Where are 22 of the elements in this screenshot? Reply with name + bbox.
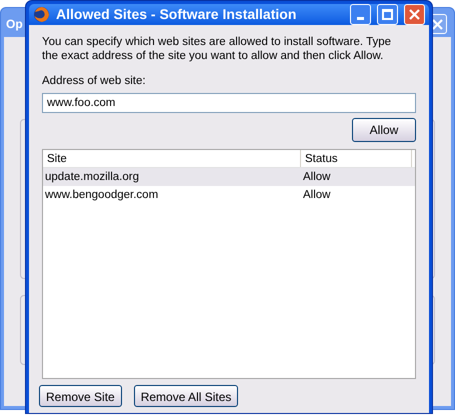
minimize-icon	[357, 17, 364, 20]
status-cell-text: Allow	[302, 170, 332, 185]
maximize-icon	[382, 9, 393, 20]
remove-button[interactable]: Remove Site	[39, 385, 122, 408]
site-cell-text: update.mozilla.org	[44, 170, 140, 185]
allow-button[interactable]: Allow	[352, 118, 416, 142]
address-label: Address of web site:	[42, 74, 147, 89]
maximize-button[interactable]	[377, 4, 398, 25]
close-icon	[432, 18, 442, 30]
minimize-button[interactable]	[350, 4, 371, 25]
site-cell-text: www.bengoodger.com	[44, 188, 160, 203]
column-header[interactable]: Status	[301, 150, 412, 168]
dialog-title: Allowed Sites - Software Installation	[56, 5, 298, 24]
status-cell-text: Allow	[302, 188, 332, 203]
description-text: You can specify which web sites are allowed to install software. Type the exact address of the site you want to allow and then click Allow.	[42, 35, 392, 63]
column-header[interactable]: Site	[43, 150, 301, 168]
close-icon	[409, 9, 420, 20]
globe-icon	[33, 6, 50, 23]
site-row[interactable]: update.mozilla.org Allow	[43, 168, 415, 186]
address-field[interactable]: www.foo.com	[42, 93, 416, 114]
remove-button[interactable]: Remove All Sites	[134, 385, 238, 408]
window-title: Op	[5, 16, 23, 33]
